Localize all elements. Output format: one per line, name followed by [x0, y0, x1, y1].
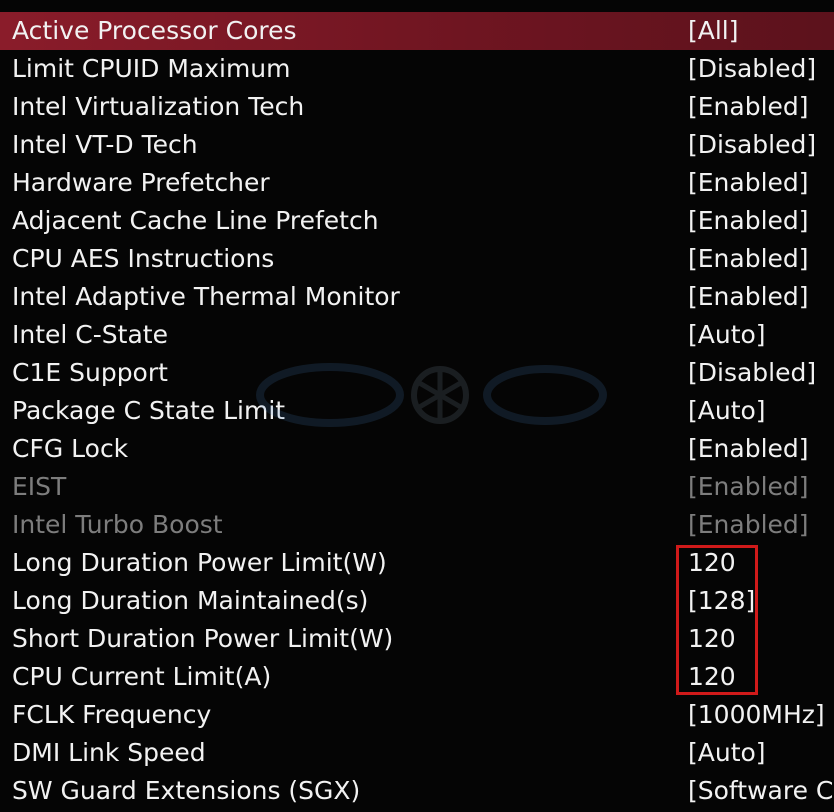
bios-settings-list: Active Processor Cores [All] Limit CPUID…	[0, 12, 834, 810]
setting-row-long-duration-power-limit[interactable]: Long Duration Power Limit(W) 120	[0, 544, 834, 582]
setting-value[interactable]: [Disabled]	[688, 50, 816, 88]
setting-value[interactable]: [Auto]	[688, 734, 766, 772]
setting-label: Intel Turbo Boost	[12, 510, 223, 539]
setting-row-short-duration-power-limit[interactable]: Short Duration Power Limit(W) 120	[0, 620, 834, 658]
setting-label: CPU AES Instructions	[12, 244, 275, 273]
setting-value[interactable]: [Enabled]	[688, 88, 809, 126]
setting-label: CPU Current Limit(A)	[12, 662, 272, 691]
setting-row-eist: EIST [Enabled]	[0, 468, 834, 506]
setting-row-cfg-lock[interactable]: CFG Lock [Enabled]	[0, 430, 834, 468]
setting-label: SW Guard Extensions (SGX)	[12, 776, 361, 805]
setting-value[interactable]: [Enabled]	[688, 240, 809, 278]
setting-value-input[interactable]: 120	[688, 620, 736, 658]
setting-row-hardware-prefetcher[interactable]: Hardware Prefetcher [Enabled]	[0, 164, 834, 202]
setting-row-fclk-frequency[interactable]: FCLK Frequency [1000MHz]	[0, 696, 834, 734]
setting-label: Adjacent Cache Line Prefetch	[12, 206, 379, 235]
setting-label: DMI Link Speed	[12, 738, 206, 767]
setting-value[interactable]: [Enabled]	[688, 164, 809, 202]
setting-label: Limit CPUID Maximum	[12, 54, 291, 83]
setting-label: Intel Adaptive Thermal Monitor	[12, 282, 400, 311]
setting-value: [Enabled]	[688, 472, 809, 501]
setting-row-adjacent-cache-line-prefetch[interactable]: Adjacent Cache Line Prefetch [Enabled]	[0, 202, 834, 240]
setting-row-cpu-aes-instructions[interactable]: CPU AES Instructions [Enabled]	[0, 240, 834, 278]
setting-row-dmi-link-speed[interactable]: DMI Link Speed [Auto]	[0, 734, 834, 772]
setting-value[interactable]: [Software Co	[688, 772, 834, 810]
setting-label: EIST	[12, 472, 67, 501]
setting-row-active-processor-cores[interactable]: Active Processor Cores [All]	[0, 12, 834, 50]
setting-row-cpu-current-limit[interactable]: CPU Current Limit(A) 120	[0, 658, 834, 696]
setting-value[interactable]: [Disabled]	[688, 354, 816, 392]
setting-row-intel-turbo-boost: Intel Turbo Boost [Enabled]	[0, 506, 834, 544]
setting-value[interactable]: [Enabled]	[688, 202, 809, 240]
setting-value[interactable]: [128]	[688, 582, 755, 620]
setting-row-intel-c-state[interactable]: Intel C-State [Auto]	[0, 316, 834, 354]
setting-row-package-c-state-limit[interactable]: Package C State Limit [Auto]	[0, 392, 834, 430]
setting-label: Long Duration Power Limit(W)	[12, 548, 387, 577]
setting-value[interactable]: [Disabled]	[688, 126, 816, 164]
setting-value-input[interactable]: 120	[688, 658, 736, 696]
setting-value[interactable]: [Auto]	[688, 316, 766, 354]
setting-label: Intel VT-D Tech	[12, 130, 198, 159]
setting-label: FCLK Frequency	[12, 700, 212, 729]
setting-value[interactable]: [Auto]	[688, 392, 766, 430]
setting-row-long-duration-maintained[interactable]: Long Duration Maintained(s) [128]	[0, 582, 834, 620]
setting-row-intel-vt-d-tech[interactable]: Intel VT-D Tech [Disabled]	[0, 126, 834, 164]
setting-label: CFG Lock	[12, 434, 129, 463]
setting-row-intel-virtualization-tech[interactable]: Intel Virtualization Tech [Enabled]	[0, 88, 834, 126]
setting-row-c1e-support[interactable]: C1E Support [Disabled]	[0, 354, 834, 392]
setting-row-intel-adaptive-thermal-monitor[interactable]: Intel Adaptive Thermal Monitor [Enabled]	[0, 278, 834, 316]
setting-value-input[interactable]: 120	[688, 544, 736, 582]
setting-label: Hardware Prefetcher	[12, 168, 270, 197]
setting-label: Short Duration Power Limit(W)	[12, 624, 394, 653]
setting-value[interactable]: [1000MHz]	[688, 696, 825, 734]
setting-value[interactable]: [Enabled]	[688, 278, 809, 316]
setting-value[interactable]: [All]	[688, 12, 739, 50]
setting-label: Intel Virtualization Tech	[12, 92, 305, 121]
setting-row-sw-guard-extensions[interactable]: SW Guard Extensions (SGX) [Software Co	[0, 772, 834, 810]
setting-row-limit-cpuid-maximum[interactable]: Limit CPUID Maximum [Disabled]	[0, 50, 834, 88]
setting-label: C1E Support	[12, 358, 168, 387]
setting-value[interactable]: [Enabled]	[688, 430, 809, 468]
setting-label: Active Processor Cores	[12, 16, 297, 45]
setting-label: Long Duration Maintained(s)	[12, 586, 369, 615]
setting-label: Intel C-State	[12, 320, 168, 349]
setting-label: Package C State Limit	[12, 396, 286, 425]
setting-value: [Enabled]	[688, 510, 809, 539]
